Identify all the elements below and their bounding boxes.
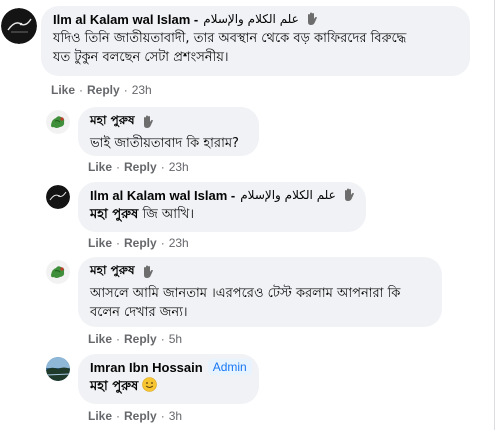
like-button[interactable]: Like <box>51 83 75 97</box>
author-name[interactable]: মহা পুরুষ <box>90 262 135 282</box>
separator: · <box>160 409 165 423</box>
avatar[interactable] <box>46 110 70 134</box>
reply-button[interactable]: Reply <box>124 409 157 423</box>
separator: · <box>116 409 121 423</box>
separator: · <box>160 236 165 250</box>
reply-button[interactable]: Reply <box>87 83 120 97</box>
reply-button[interactable]: Reply <box>124 160 157 174</box>
reply-button[interactable]: Reply <box>124 332 157 346</box>
comment-text-body: জি আখি। <box>138 207 194 222</box>
smile-icon <box>142 377 158 392</box>
avatar[interactable] <box>46 357 70 381</box>
comment-actions: Like · Reply · 3h <box>88 409 182 423</box>
comment-text: মহা পুরুষ জি আখি। <box>90 205 354 224</box>
comment-text-line: যত টুকুন বলছেন সেটা প্রশংসনীয়। <box>53 50 229 65</box>
comment-actions: Like · Reply · 5h <box>88 332 182 346</box>
mention-link[interactable]: মহা পুরুষ <box>90 207 138 222</box>
author-arabic-name[interactable]: علم الكلام والإسلام <box>240 188 336 202</box>
avatar[interactable] <box>46 260 70 284</box>
timestamp[interactable]: 23h <box>169 236 189 250</box>
separator: · <box>116 332 121 346</box>
mention-link[interactable]: মহা পুরুষ <box>90 379 138 394</box>
author-name[interactable]: Ilm al Kalam wal Islam - <box>53 12 198 27</box>
comment-text-line: আসলে আমি জানতাম ।এরপরেও টেস্ট করলাম আপনা… <box>90 286 401 301</box>
comment-bubble: Ilm al Kalam wal Islam - علم الكلام والإ… <box>78 182 366 232</box>
comment-text-line: বলেন দেখার জন্য। <box>90 305 188 320</box>
separator: · <box>123 83 128 97</box>
separator: · <box>160 332 165 346</box>
comment-text: আসলে আমি জানতাম ।এরপরেও টেস্ট করলাম আপনা… <box>90 284 430 322</box>
timestamp[interactable]: 23h <box>169 160 189 174</box>
admin-badge: Admin <box>207 359 252 375</box>
separator: · <box>116 236 121 250</box>
comment-actions: Like · Reply · 23h <box>88 236 189 250</box>
comment-bubble: Ilm al Kalam wal Islam - علم الكلام والإ… <box>41 6 470 76</box>
waving-hand-icon <box>140 264 156 280</box>
avatar[interactable] <box>46 185 70 209</box>
author-arabic-name[interactable]: علم الكلام والإسلام <box>203 12 299 26</box>
author-name[interactable]: Ilm al Kalam wal Islam - <box>90 188 235 203</box>
avatar[interactable] <box>1 8 37 44</box>
reply-button[interactable]: Reply <box>124 236 157 250</box>
comment-bubble: Imran Ibn Hossain Admin মহা পুরুষ <box>78 354 259 404</box>
separator: · <box>79 83 84 97</box>
timestamp[interactable]: 5h <box>169 332 182 346</box>
author-name[interactable]: Imran Ibn Hossain <box>90 360 203 375</box>
comment-text-line: যদিও তিনি জাতীয়তাবাদী, তার অবস্থান থেকে… <box>53 31 407 46</box>
comment-text: মহা পুরুষ <box>90 377 247 396</box>
comment-bubble: মহা পুরুষ ভাই জাতীয়তাবাদ কি হারাম? <box>78 107 259 156</box>
timestamp[interactable]: 23h <box>132 83 152 97</box>
comment-text: ভাই জাতীয়তাবাদ কি হারাম? <box>90 136 239 151</box>
comment-text: যদিও তিনি জাতীয়তাবাদী, তার অবস্থান থেকে… <box>53 29 458 67</box>
comment-actions: Like · Reply · 23h <box>51 83 152 97</box>
like-button[interactable]: Like <box>88 332 112 346</box>
separator: · <box>116 160 121 174</box>
waving-hand-icon <box>140 114 156 130</box>
like-button[interactable]: Like <box>88 160 112 174</box>
comment-actions: Like · Reply · 23h <box>88 160 189 174</box>
comment-bubble: মহা পুরুষ আসলে আমি জানতাম ।এরপরেও টেস্ট … <box>78 257 442 327</box>
like-button[interactable]: Like <box>88 409 112 423</box>
separator: · <box>160 160 165 174</box>
waving-hand-icon <box>341 187 357 203</box>
timestamp[interactable]: 3h <box>169 409 182 423</box>
like-button[interactable]: Like <box>88 236 112 250</box>
author-name[interactable]: মহা পুরুষ <box>90 112 135 132</box>
waving-hand-icon <box>304 11 320 27</box>
